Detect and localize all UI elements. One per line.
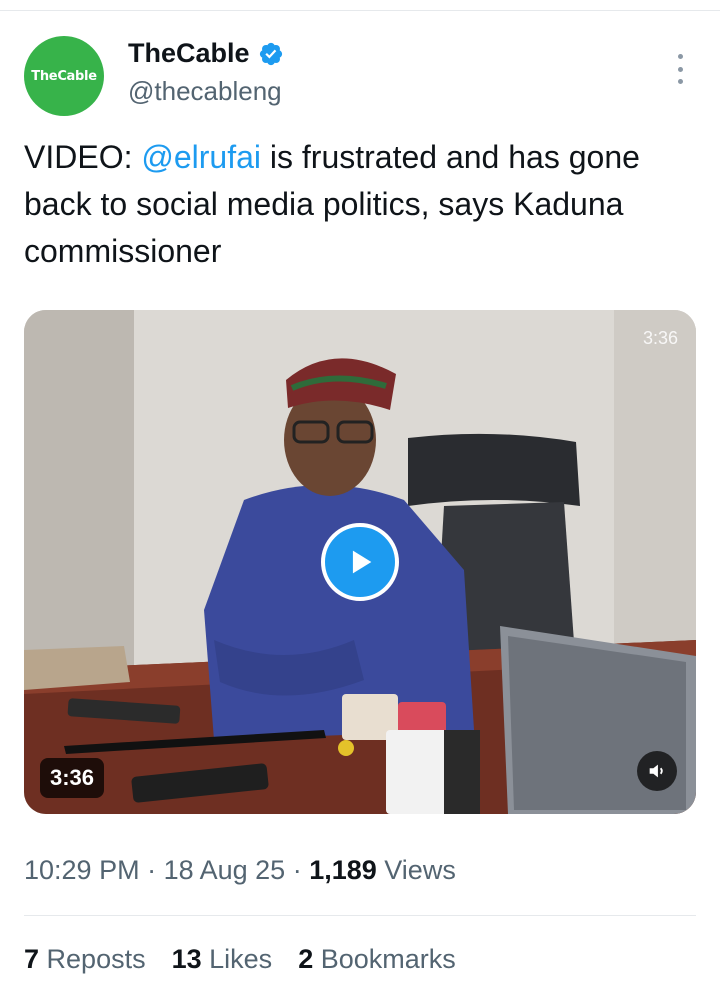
more-options-icon[interactable] [672, 54, 688, 84]
mention-link[interactable]: @elrufai [141, 139, 261, 175]
avatar-logo-text: TheCable [31, 68, 97, 84]
views-count: 1,189 [309, 855, 377, 885]
reposts-count: 7 [24, 944, 40, 974]
reposts-stat[interactable]: 7 Reposts [24, 944, 146, 975]
author-handle[interactable]: @thecableng [128, 76, 282, 107]
bookmarks-stat[interactable]: 2 Bookmarks [298, 944, 456, 975]
likes-count: 13 [171, 944, 202, 974]
duration-badge: 3:36 [40, 758, 105, 798]
bookmarks-count: 2 [298, 944, 314, 974]
meta-separator: · [139, 855, 164, 885]
likes-stat[interactable]: 13 Likes [172, 944, 273, 975]
speaker-icon [649, 764, 663, 778]
play-icon[interactable] [321, 523, 399, 601]
engagement-stats: 7 Reposts 13 Likes 2 Bookmarks [24, 944, 456, 975]
avatar[interactable]: TheCable [24, 36, 104, 116]
likes-label: Likes [201, 944, 273, 974]
tweet-text: VIDEO: @elrufai is frustrated and has go… [24, 134, 696, 275]
play-triangle-icon [352, 550, 372, 574]
video-player[interactable]: 3:36 3:36 [24, 310, 696, 814]
top-divider [0, 10, 720, 11]
reposts-label: Reposts [39, 944, 146, 974]
display-name[interactable]: TheCable [128, 38, 250, 69]
meta-separator: · [285, 855, 310, 885]
verified-badge-icon [259, 42, 282, 65]
stats-divider [24, 915, 696, 916]
post-date[interactable]: 18 Aug 25 [164, 855, 286, 885]
duration-overlay-top: 3:36 [642, 328, 678, 348]
post-time[interactable]: 10:29 PM [24, 855, 140, 885]
volume-icon[interactable] [637, 751, 677, 791]
author-name-row: TheCable [128, 38, 284, 69]
tweet-text-prefix: VIDEO: [24, 139, 142, 175]
bookmarks-label: Bookmarks [313, 944, 456, 974]
views-label: Views [376, 855, 456, 885]
tweet-meta: 10:29 PM · 18 Aug 25 · 1,189 Views [24, 855, 456, 886]
